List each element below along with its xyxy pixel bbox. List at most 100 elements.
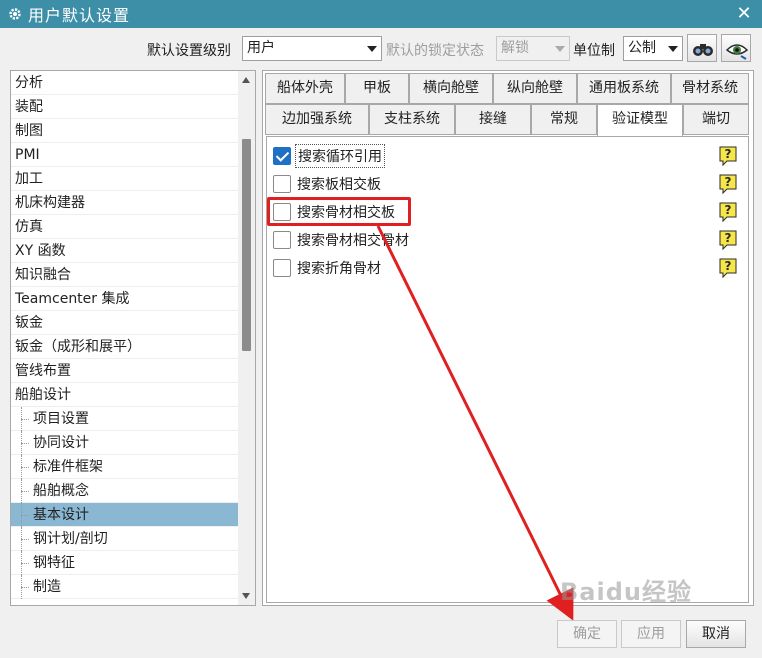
tree-item-label: 知识融合	[15, 267, 71, 283]
scroll-down-icon[interactable]	[242, 593, 250, 599]
tree-item[interactable]: 钣金	[11, 311, 239, 335]
svg-text:?: ?	[725, 231, 732, 245]
svg-text:?: ?	[725, 175, 732, 189]
option-label[interactable]: 搜索板相交板	[295, 173, 383, 195]
tab[interactable]: 甲板	[345, 73, 409, 104]
ok-button[interactable]: 确定	[557, 620, 617, 648]
tree-item-label: 基本设计	[33, 507, 89, 523]
settings-panel: 船体外壳 甲板 横向舱壁 纵向舱壁 通用板系统 骨材系统边加强系统 支柱系统 接缝 常规 验证模型…	[262, 70, 754, 606]
binoculars-icon	[693, 44, 713, 56]
option-row[interactable]: 搜索骨材相交骨材	[273, 228, 411, 252]
tree-item-label: 加工	[15, 171, 43, 187]
tree-item[interactable]: PMI	[11, 143, 239, 167]
option-row[interactable]: 搜索折角骨材	[273, 256, 383, 280]
tree-item[interactable]: 钣金（成形和展平）	[11, 335, 239, 359]
tab[interactable]: 端切	[683, 104, 749, 135]
svg-text:?: ?	[725, 147, 732, 161]
tree-item-label: 管线布置	[15, 363, 71, 379]
tab[interactable]: 船体外壳	[265, 73, 345, 104]
tab[interactable]: 边加强系统	[265, 104, 369, 135]
option-checkbox[interactable]	[273, 147, 291, 165]
find-default-button[interactable]	[687, 34, 717, 62]
tree-item[interactable]: XY 函数	[11, 239, 239, 263]
apply-button[interactable]: 应用	[621, 620, 681, 648]
tree-item[interactable]: 分析	[11, 71, 239, 95]
tree-list: 分析装配制图 PMI 加工机床构建器仿真 XY 函数知识融合 Teamcenter 集成…	[11, 71, 255, 599]
tree-item-label: Teamcenter 集成	[15, 291, 130, 307]
option-label[interactable]: 搜索循环引用	[295, 144, 385, 168]
option-row[interactable]: 搜索板相交板	[273, 172, 383, 196]
option-row[interactable]: 搜索循环引用	[273, 144, 385, 168]
close-button[interactable]: ✕	[734, 4, 754, 24]
tree-item-label: PMI	[15, 147, 40, 163]
option-label[interactable]: 搜索骨材相交骨材	[295, 229, 411, 251]
tree-item[interactable]: 机床构建器	[11, 191, 239, 215]
tree-item-label: 制造	[33, 579, 61, 595]
tree-item-label: XY 函数	[15, 243, 66, 259]
tree-item[interactable]: 船舶设计	[11, 383, 239, 407]
tab[interactable]: 支柱系统	[369, 104, 455, 135]
tree-item-label: 钣金	[15, 315, 43, 331]
svg-text:?: ?	[725, 259, 732, 273]
tree-scrollbar[interactable]	[238, 71, 255, 605]
toolbar: 默认设置级别 用户 默认的锁定状态 解锁 单位制 公制	[0, 34, 762, 64]
tree-item-label: 协同设计	[33, 435, 89, 451]
lock-select[interactable]: 解锁	[496, 36, 570, 61]
tree-item[interactable]: 装配	[11, 95, 239, 119]
chevron-down-icon	[555, 46, 565, 52]
tab[interactable]: 常规	[531, 104, 597, 135]
tree-item[interactable]: 协同设计	[11, 431, 239, 455]
option-checkbox[interactable]	[273, 231, 291, 249]
unit-select[interactable]: 公制	[623, 36, 683, 61]
unit-label: 单位制	[573, 43, 615, 59]
option-checkbox[interactable]	[273, 175, 291, 193]
tree-item[interactable]: 钢特征	[11, 551, 239, 575]
watermark: Baidu经验	[560, 578, 692, 606]
tab[interactable]: 接缝	[455, 104, 531, 135]
tree-item-label: 钢计划/剖切	[33, 531, 108, 547]
view-changed-button[interactable]	[721, 34, 751, 62]
help-icon[interactable]: ?	[718, 257, 738, 279]
option-label[interactable]: 搜索折角骨材	[295, 257, 383, 279]
tab[interactable]: 通用板系统	[577, 73, 671, 104]
help-icon[interactable]: ?	[718, 173, 738, 195]
tree-item[interactable]: 钢计划/剖切	[11, 527, 239, 551]
tree-item-label: 钢特征	[33, 555, 75, 571]
help-icon[interactable]: ?	[718, 229, 738, 251]
lock-select-value: 解锁	[501, 40, 529, 56]
scroll-thumb[interactable]	[242, 139, 251, 351]
help-icon[interactable]: ?	[718, 145, 738, 167]
tree-item[interactable]: 加工	[11, 167, 239, 191]
tab[interactable]: 骨材系统	[671, 73, 749, 104]
chevron-down-icon	[668, 46, 678, 52]
level-select-value: 用户	[247, 40, 275, 56]
cancel-button[interactable]: 取消	[686, 620, 746, 648]
level-label: 默认设置级别	[147, 43, 231, 59]
tree-item[interactable]: Teamcenter 集成	[11, 287, 239, 311]
tree-item[interactable]: 制图	[11, 119, 239, 143]
tree-item[interactable]: 标准件框架	[11, 455, 239, 479]
tree-item-label: 分析	[15, 75, 43, 91]
tree-item-label: 制图	[15, 123, 43, 139]
tree-item[interactable]: 知识融合	[11, 263, 239, 287]
tree-item[interactable]: 仿真	[11, 215, 239, 239]
tab[interactable]: 横向舱壁	[409, 73, 493, 104]
tree-item[interactable]: 基本设计	[11, 503, 239, 527]
tree-item-label: 机床构建器	[15, 195, 85, 211]
tree-item-label: 钣金（成形和展平）	[15, 339, 141, 355]
tree-item[interactable]: 船舶概念	[11, 479, 239, 503]
tab[interactable]: 验证模型	[597, 104, 683, 137]
tree-item-label: 船舶概念	[33, 483, 89, 499]
tree-item[interactable]: 项目设置	[11, 407, 239, 431]
scroll-up-icon[interactable]	[242, 77, 250, 83]
level-select[interactable]: 用户	[242, 36, 382, 61]
option-checkbox[interactable]	[273, 259, 291, 277]
category-tree[interactable]: 分析装配制图 PMI 加工机床构建器仿真 XY 函数知识融合 Teamcenter 集成…	[10, 70, 256, 606]
tree-item-label: 船舶设计	[15, 387, 71, 403]
tab[interactable]: 纵向舱壁	[493, 73, 577, 104]
tree-item[interactable]: 制造	[11, 575, 239, 599]
tree-item-label: 项目设置	[33, 411, 89, 427]
title-bar: 用户默认设置 ✕	[0, 0, 762, 28]
help-icon[interactable]: ?	[718, 201, 738, 223]
tree-item[interactable]: 管线布置	[11, 359, 239, 383]
